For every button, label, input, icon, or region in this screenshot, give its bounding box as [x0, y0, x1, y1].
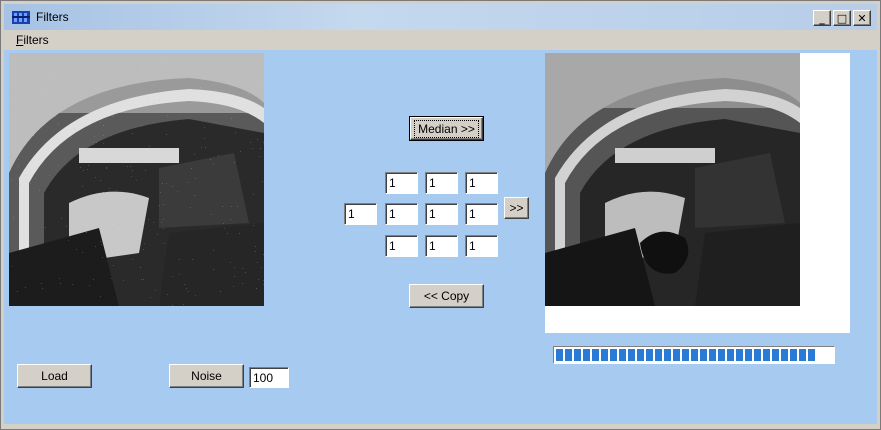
- progress-segment: [745, 349, 752, 361]
- kernel-cell-0-0[interactable]: 1: [385, 172, 418, 194]
- progress-segment: [754, 349, 761, 361]
- progress-segment: [772, 349, 779, 361]
- median-button-label: Median >>: [414, 119, 479, 138]
- close-icon: ✕: [857, 11, 867, 25]
- source-image: [9, 53, 264, 306]
- kernel-cell-1-1[interactable]: 1: [425, 203, 458, 225]
- kernel-cell-0-1[interactable]: 1: [425, 172, 458, 194]
- progress-segment: [682, 349, 689, 361]
- progress-segment: [592, 349, 599, 361]
- progress-bar: [553, 346, 835, 364]
- progress-segment: [808, 349, 815, 361]
- kernel-cell-1-0[interactable]: 1: [385, 203, 418, 225]
- progress-segment: [574, 349, 581, 361]
- apply-kernel-button[interactable]: >>: [504, 197, 529, 219]
- output-image-frame: [545, 53, 850, 333]
- progress-segment: [655, 349, 662, 361]
- app-filter-icon: [12, 11, 30, 24]
- progress-segment: [628, 349, 635, 361]
- close-button[interactable]: ✕: [853, 10, 871, 26]
- progress-segment: [583, 349, 590, 361]
- progress-segment: [763, 349, 770, 361]
- copy-button-label: << Copy: [423, 289, 470, 303]
- progress-segment: [601, 349, 608, 361]
- progress-segment: [556, 349, 563, 361]
- noise-amount-field[interactable]: 100: [249, 367, 289, 388]
- maximize-icon: □: [836, 11, 848, 25]
- menu-filters[interactable]: Filters: [16, 33, 49, 47]
- kernel-cell-0-2[interactable]: 1: [465, 172, 498, 194]
- kernel-divisor-field[interactable]: 1: [344, 203, 377, 225]
- minimize-button[interactable]: _: [813, 10, 831, 26]
- menu-filters-label: ilters: [23, 33, 49, 47]
- kernel-cell-2-0[interactable]: 1: [385, 235, 418, 257]
- progress-segment: [781, 349, 788, 361]
- maximize-button[interactable]: □: [833, 10, 851, 26]
- progress-segment: [709, 349, 716, 361]
- progress-segment: [646, 349, 653, 361]
- kernel-cell-2-1[interactable]: 1: [425, 235, 458, 257]
- load-button-label: Load: [41, 369, 68, 383]
- progress-segment: [664, 349, 671, 361]
- progress-segment: [619, 349, 626, 361]
- progress-segment: [790, 349, 797, 361]
- menubar: Filters: [4, 30, 877, 50]
- median-button[interactable]: Median >>: [409, 116, 484, 141]
- noise-button-label: Noise: [191, 369, 222, 383]
- progress-segment: [700, 349, 707, 361]
- kernel-cell-1-2[interactable]: 1: [465, 203, 498, 225]
- progress-segment: [691, 349, 698, 361]
- apply-kernel-label: >>: [509, 201, 524, 215]
- load-button[interactable]: Load: [17, 364, 92, 388]
- progress-segment: [637, 349, 644, 361]
- titlebar[interactable]: Filters _ □ ✕: [4, 4, 877, 30]
- kernel-cell-2-2[interactable]: 1: [465, 235, 498, 257]
- progress-segment: [565, 349, 572, 361]
- noise-button[interactable]: Noise: [169, 364, 244, 388]
- progress-segment: [736, 349, 743, 361]
- progress-segment: [799, 349, 806, 361]
- progress-segment: [610, 349, 617, 361]
- filters-window: Filters _ □ ✕ Filters Median >> 1 1 1 1 …: [0, 0, 881, 430]
- copy-button[interactable]: << Copy: [409, 284, 484, 308]
- progress-segment: [673, 349, 680, 361]
- client-area: Median >> 1 1 1 1 1 1 1 1 1 1 >> << Copy…: [4, 50, 877, 424]
- progress-segment: [727, 349, 734, 361]
- progress-segment: [718, 349, 725, 361]
- minimize-icon: _: [819, 11, 825, 25]
- output-image: [545, 53, 800, 306]
- window-title: Filters: [36, 10, 69, 24]
